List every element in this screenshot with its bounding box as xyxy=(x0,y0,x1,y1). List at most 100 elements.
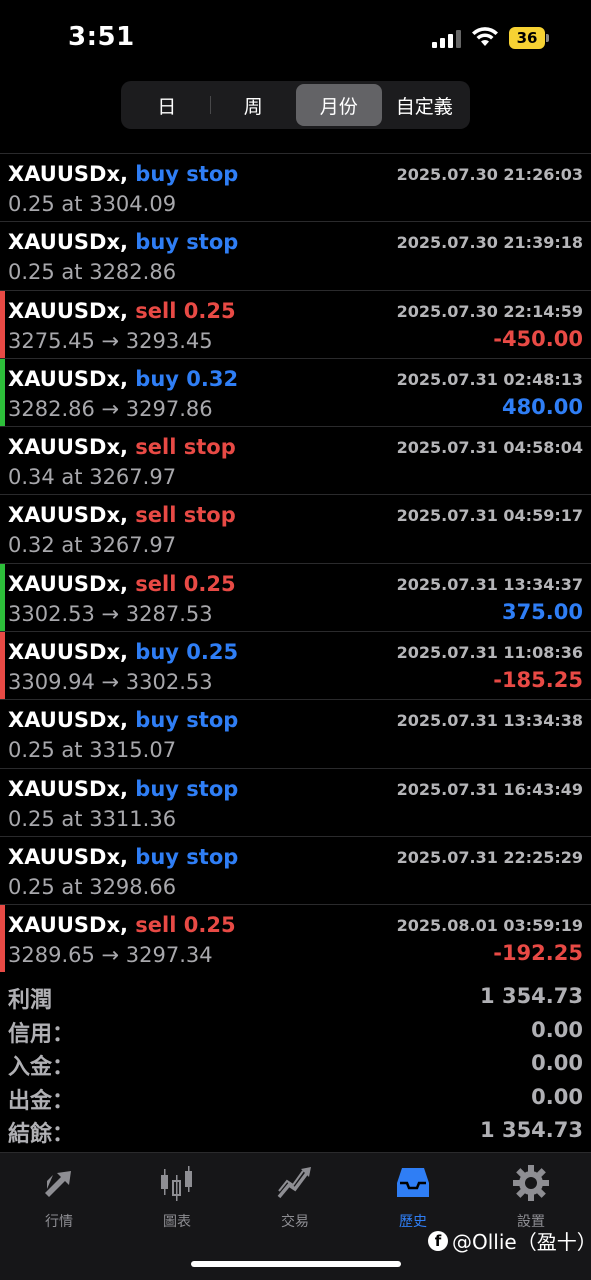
gear-icon xyxy=(513,1165,549,1201)
facebook-icon: f xyxy=(428,1230,448,1251)
tab-label: 行情 xyxy=(45,1214,73,1230)
deal-title: XAUUSDx, buy stop xyxy=(8,777,238,801)
deal-type: sell stop xyxy=(135,435,236,460)
deal-type: buy stop xyxy=(135,708,239,733)
home-indicator[interactable] xyxy=(191,1261,401,1267)
deal-detail: 0.25 at 3315.07 xyxy=(8,738,177,763)
deal-detail: 0.32 at 3267.97 xyxy=(8,533,177,558)
tab-label: 圖表 xyxy=(163,1214,191,1230)
deal-symbol: XAUUSDx, xyxy=(8,435,128,460)
deal-symbol: XAUUSDx, xyxy=(8,503,128,528)
wifi-icon xyxy=(472,27,498,46)
segment-month[interactable]: 月份 xyxy=(296,84,382,126)
deal-detail: 0.34 at 3267.97 xyxy=(8,465,177,490)
segment-week[interactable]: 周 xyxy=(211,84,297,126)
deal-symbol: XAUUSDx, xyxy=(8,298,128,323)
deal-title: XAUUSDx, sell stop xyxy=(8,435,236,459)
deal-symbol: XAUUSDx, xyxy=(8,913,128,938)
segment-day[interactable]: 日 xyxy=(124,84,210,126)
deal-time: 2025.07.31 13:34:37 xyxy=(396,574,583,594)
deal-title: XAUUSDx, sell 0.25 xyxy=(8,913,236,937)
segment-custom[interactable]: 自定義 xyxy=(382,84,468,126)
summary-label: 利潤 xyxy=(8,988,53,1013)
summary-withdrawal: 出金： 0.00 xyxy=(0,1081,591,1115)
deal-title: XAUUSDx, buy 0.25 xyxy=(8,640,238,664)
summary-label: 結餘： xyxy=(8,1122,75,1147)
list-item[interactable]: XAUUSDx, buy stop 2025.07.30 21:26:03 0.… xyxy=(0,154,591,223)
list-item[interactable]: XAUUSDx, sell 0.25 2025.08.01 03:59:19 3… xyxy=(0,905,591,972)
deal-title: XAUUSDx, buy stop xyxy=(8,708,238,732)
list-item[interactable]: XAUUSDx, buy stop 2025.07.31 22:25:29 0.… xyxy=(0,837,591,906)
trade-chart-icon xyxy=(277,1167,311,1199)
deal-type: buy stop xyxy=(135,162,239,186)
deal-type: buy 0.32 xyxy=(135,366,239,391)
deal-type: buy stop xyxy=(135,776,239,801)
history-list[interactable]: XAUUSDx, buy stop 2025.07.30 21:26:03 0.… xyxy=(0,138,591,972)
deal-symbol: XAUUSDx, xyxy=(8,640,128,665)
deal-detail: 0.25 at 3298.66 xyxy=(8,874,177,899)
deal-profit: 480.00 xyxy=(501,394,583,419)
deal-time: 2025.07.31 22:25:29 xyxy=(396,847,583,867)
deal-title: XAUUSDx, buy stop xyxy=(8,845,238,869)
period-segmented-control: 日 周 月份 自定義 xyxy=(121,81,470,129)
deal-profit: -192.25 xyxy=(493,941,583,966)
deal-type: buy stop xyxy=(135,844,239,869)
deal-time: 2025.07.31 04:58:04 xyxy=(396,438,583,458)
deal-title: XAUUSDx, buy 0.32 xyxy=(8,367,238,391)
deal-title: XAUUSDx, sell 0.25 xyxy=(8,572,236,596)
deal-time: 2025.07.31 16:43:49 xyxy=(396,779,583,799)
summary-label: 信用： xyxy=(8,1021,75,1047)
list-item[interactable]: XAUUSDx, buy stop 2025.07.30 21:39:18 0.… xyxy=(0,222,591,291)
tab-quotes[interactable]: 行情 xyxy=(9,1163,109,1233)
deal-result-indicator xyxy=(0,632,5,700)
summary-profit: 利潤 1 354.73 xyxy=(0,980,591,1014)
status-bar: 3:51 36 xyxy=(0,0,591,80)
deal-title: XAUUSDx, buy stop xyxy=(8,162,238,186)
deal-type: sell 0.25 xyxy=(135,571,236,596)
deal-time: 2025.07.31 04:59:17 xyxy=(396,506,583,526)
deal-profit: 375.00 xyxy=(501,599,583,624)
deal-detail: 0.25 at 3304.09 xyxy=(8,192,177,216)
list-item[interactable]: XAUUSDx, buy stop 2025.07.31 16:43:49 0.… xyxy=(0,769,591,837)
deal-symbol: XAUUSDx, xyxy=(8,366,128,391)
status-time: 3:51 xyxy=(68,22,135,52)
deal-time: 2025.07.30 21:39:18 xyxy=(396,233,583,253)
tab-settings[interactable]: 設置 xyxy=(481,1163,581,1233)
candlestick-chart-icon xyxy=(161,1166,192,1201)
list-item[interactable]: XAUUSDx, buy 0.32 2025.07.31 02:48:13 32… xyxy=(0,358,591,428)
list-item[interactable]: XAUUSDx, sell 0.25 2025.07.30 22:14:59 3… xyxy=(0,290,591,359)
deal-symbol: XAUUSDx, xyxy=(8,844,128,869)
list-item[interactable]: XAUUSDx, sell stop 2025.07.31 04:59:17 0… xyxy=(0,495,591,564)
summary-value: 1 354.73 xyxy=(480,984,583,1008)
deal-result-indicator xyxy=(0,358,5,427)
tab-charts[interactable]: 圖表 xyxy=(127,1163,227,1233)
deal-time: 2025.07.30 22:14:59 xyxy=(396,301,583,321)
battery-level: 36 xyxy=(509,27,545,49)
deal-symbol: XAUUSDx, xyxy=(8,571,128,596)
deal-title: XAUUSDx, buy stop xyxy=(8,230,238,254)
deal-detail: 3275.45 → 3293.45 xyxy=(8,328,213,353)
deal-result-indicator xyxy=(0,905,5,972)
tab-history[interactable]: 歷史 xyxy=(363,1163,463,1233)
summary-balance: 結餘： 1 354.73 xyxy=(0,1114,591,1148)
deal-title: XAUUSDx, sell stop xyxy=(8,503,236,527)
tab-trade[interactable]: 交易 xyxy=(245,1163,345,1233)
deal-profit: -450.00 xyxy=(493,326,583,351)
deal-time: 2025.07.31 11:08:36 xyxy=(396,643,583,663)
deal-symbol: XAUUSDx, xyxy=(8,776,128,801)
deal-time: 2025.07.31 13:34:38 xyxy=(396,711,583,731)
deal-symbol: XAUUSDx, xyxy=(8,708,128,733)
list-item[interactable]: XAUUSDx, sell 0.25 2025.07.31 13:34:37 3… xyxy=(0,563,591,633)
tab-label: 交易 xyxy=(281,1214,309,1230)
list-item[interactable]: XAUUSDx, buy stop 2025.07.31 13:34:38 0.… xyxy=(0,700,591,769)
quotes-arrows-icon xyxy=(45,1171,71,1197)
list-item[interactable]: XAUUSDx, buy 0.25 2025.07.31 11:08:36 33… xyxy=(0,632,591,701)
deal-detail: 3289.65 → 3297.34 xyxy=(8,943,213,968)
list-item[interactable]: XAUUSDx, sell stop 2025.07.31 04:58:04 0… xyxy=(0,427,591,496)
summary-deposit: 入金： 0.00 xyxy=(0,1047,591,1081)
deal-type: sell 0.25 xyxy=(135,298,236,323)
deal-type: sell 0.25 xyxy=(135,913,236,938)
deal-time: 2025.07.31 02:48:13 xyxy=(396,369,583,389)
history-inbox-icon xyxy=(397,1168,429,1197)
list-item-partial[interactable] xyxy=(0,138,591,154)
